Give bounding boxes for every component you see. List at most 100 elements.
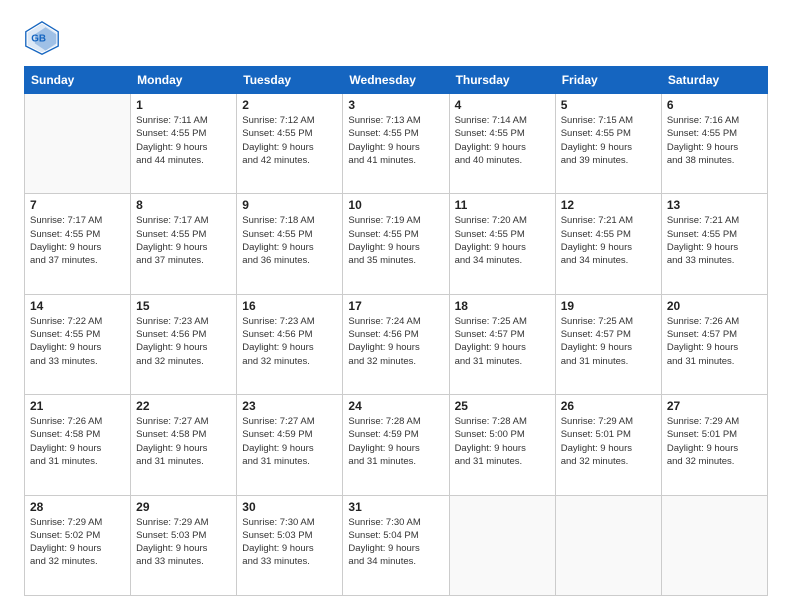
day-number: 12	[561, 198, 656, 212]
calendar-cell: 20 Sunrise: 7:26 AM Sunset: 4:57 PM Dayli…	[661, 294, 767, 394]
day-number: 21	[30, 399, 125, 413]
cell-info: Sunrise: 7:22 AM Sunset: 4:55 PM Dayligh…	[30, 315, 125, 368]
calendar-cell: 10 Sunrise: 7:19 AM Sunset: 4:55 PM Dayli…	[343, 194, 449, 294]
day-number: 29	[136, 500, 231, 514]
cell-info: Sunrise: 7:23 AM Sunset: 4:56 PM Dayligh…	[242, 315, 337, 368]
cell-info: Sunrise: 7:17 AM Sunset: 4:55 PM Dayligh…	[136, 214, 231, 267]
weekday-header-thursday: Thursday	[449, 67, 555, 94]
cell-info: Sunrise: 7:25 AM Sunset: 4:57 PM Dayligh…	[455, 315, 550, 368]
cell-info: Sunrise: 7:11 AM Sunset: 4:55 PM Dayligh…	[136, 114, 231, 167]
calendar-cell: 30Sunrise: 7:30 AM Sunset: 5:03 PM Dayli…	[237, 495, 343, 595]
calendar-cell: 7 Sunrise: 7:17 AM Sunset: 4:55 PM Daylig…	[25, 194, 131, 294]
day-number: 24	[348, 399, 443, 413]
weekday-header-monday: Monday	[131, 67, 237, 94]
calendar-cell: 26 Sunrise: 7:29 AM Sunset: 5:01 PM Dayli…	[555, 395, 661, 495]
day-number: 17	[348, 299, 443, 313]
cell-info: Sunrise: 7:27 AM Sunset: 4:58 PM Dayligh…	[136, 415, 231, 468]
day-number: 27	[667, 399, 762, 413]
calendar-cell: 17 Sunrise: 7:24 AM Sunset: 4:56 PM Dayli…	[343, 294, 449, 394]
calendar-cell: 11 Sunrise: 7:20 AM Sunset: 4:55 PM Dayli…	[449, 194, 555, 294]
calendar-cell: 5 Sunrise: 7:15 AM Sunset: 4:55 PM Daylig…	[555, 94, 661, 194]
cell-info: Sunrise: 7:29 AM Sunset: 5:01 PM Dayligh…	[667, 415, 762, 468]
day-number: 5	[561, 98, 656, 112]
day-number: 23	[242, 399, 337, 413]
svg-text:GB: GB	[31, 34, 46, 45]
day-number: 7	[30, 198, 125, 212]
week-row-2: 14 Sunrise: 7:22 AM Sunset: 4:55 PM Dayli…	[25, 294, 768, 394]
cell-info: Sunrise: 7:29 AM Sunset: 5:02 PM Dayligh…	[30, 516, 125, 569]
cell-info: Sunrise: 7:26 AM Sunset: 4:58 PM Dayligh…	[30, 415, 125, 468]
day-number: 6	[667, 98, 762, 112]
week-row-3: 21 Sunrise: 7:26 AM Sunset: 4:58 PM Dayli…	[25, 395, 768, 495]
calendar-cell: 24 Sunrise: 7:28 AM Sunset: 4:59 PM Dayli…	[343, 395, 449, 495]
day-number: 22	[136, 399, 231, 413]
week-row-4: 28 Sunrise: 7:29 AM Sunset: 5:02 PM Dayli…	[25, 495, 768, 595]
cell-info: Sunrise: 7:19 AM Sunset: 4:55 PM Dayligh…	[348, 214, 443, 267]
cell-info: Sunrise: 7:26 AM Sunset: 4:57 PM Dayligh…	[667, 315, 762, 368]
calendar-cell: 27 Sunrise: 7:29 AM Sunset: 5:01 PM Dayli…	[661, 395, 767, 495]
day-number: 30	[242, 500, 337, 514]
day-number: 19	[561, 299, 656, 313]
day-number: 18	[455, 299, 550, 313]
calendar-cell: 12 Sunrise: 7:21 AM Sunset: 4:55 PM Dayli…	[555, 194, 661, 294]
calendar-cell: 6Sunrise: 7:16 AM Sunset: 4:55 PM Daylig…	[661, 94, 767, 194]
weekday-header-friday: Friday	[555, 67, 661, 94]
page: GB SundayMondayTuesdayWednesdayThursdayF…	[0, 0, 792, 612]
calendar-cell: 14 Sunrise: 7:22 AM Sunset: 4:55 PM Dayli…	[25, 294, 131, 394]
logo-icon: GB	[24, 20, 60, 56]
day-number: 11	[455, 198, 550, 212]
week-row-1: 7 Sunrise: 7:17 AM Sunset: 4:55 PM Daylig…	[25, 194, 768, 294]
weekday-header-row: SundayMondayTuesdayWednesdayThursdayFrid…	[25, 67, 768, 94]
cell-info: Sunrise: 7:25 AM Sunset: 4:57 PM Dayligh…	[561, 315, 656, 368]
cell-info: Sunrise: 7:17 AM Sunset: 4:55 PM Dayligh…	[30, 214, 125, 267]
calendar-cell	[25, 94, 131, 194]
day-number: 13	[667, 198, 762, 212]
calendar-cell: 19 Sunrise: 7:25 AM Sunset: 4:57 PM Dayli…	[555, 294, 661, 394]
cell-info: Sunrise: 7:28 AM Sunset: 4:59 PM Dayligh…	[348, 415, 443, 468]
cell-info: Sunrise: 7:18 AM Sunset: 4:55 PM Dayligh…	[242, 214, 337, 267]
day-number: 20	[667, 299, 762, 313]
calendar-cell: 29 Sunrise: 7:29 AM Sunset: 5:03 PM Dayli…	[131, 495, 237, 595]
cell-info: Sunrise: 7:29 AM Sunset: 5:03 PM Dayligh…	[136, 516, 231, 569]
calendar-cell: 22 Sunrise: 7:27 AM Sunset: 4:58 PM Dayli…	[131, 395, 237, 495]
calendar-cell: 3 Sunrise: 7:13 AM Sunset: 4:55 PM Daylig…	[343, 94, 449, 194]
day-number: 28	[30, 500, 125, 514]
calendar-cell: 4Sunrise: 7:14 AM Sunset: 4:55 PM Daylig…	[449, 94, 555, 194]
cell-info: Sunrise: 7:24 AM Sunset: 4:56 PM Dayligh…	[348, 315, 443, 368]
calendar-cell: 23 Sunrise: 7:27 AM Sunset: 4:59 PM Dayli…	[237, 395, 343, 495]
cell-info: Sunrise: 7:21 AM Sunset: 4:55 PM Dayligh…	[561, 214, 656, 267]
cell-info: Sunrise: 7:28 AM Sunset: 5:00 PM Dayligh…	[455, 415, 550, 468]
cell-info: Sunrise: 7:30 AM Sunset: 5:04 PM Dayligh…	[348, 516, 443, 569]
cell-info: Sunrise: 7:29 AM Sunset: 5:01 PM Dayligh…	[561, 415, 656, 468]
calendar-cell: 18 Sunrise: 7:25 AM Sunset: 4:57 PM Dayli…	[449, 294, 555, 394]
week-row-0: 1 Sunrise: 7:11 AM Sunset: 4:55 PM Daylig…	[25, 94, 768, 194]
day-number: 3	[348, 98, 443, 112]
day-number: 31	[348, 500, 443, 514]
cell-info: Sunrise: 7:21 AM Sunset: 4:55 PM Dayligh…	[667, 214, 762, 267]
calendar-cell: 31 Sunrise: 7:30 AM Sunset: 5:04 PM Dayli…	[343, 495, 449, 595]
calendar-cell: 21 Sunrise: 7:26 AM Sunset: 4:58 PM Dayli…	[25, 395, 131, 495]
cell-info: Sunrise: 7:13 AM Sunset: 4:55 PM Dayligh…	[348, 114, 443, 167]
cell-info: Sunrise: 7:20 AM Sunset: 4:55 PM Dayligh…	[455, 214, 550, 267]
calendar-cell: 9Sunrise: 7:18 AM Sunset: 4:55 PM Daylig…	[237, 194, 343, 294]
logo: GB	[24, 20, 66, 56]
cell-info: Sunrise: 7:15 AM Sunset: 4:55 PM Dayligh…	[561, 114, 656, 167]
calendar-cell: 1 Sunrise: 7:11 AM Sunset: 4:55 PM Daylig…	[131, 94, 237, 194]
calendar-cell	[661, 495, 767, 595]
calendar-cell: 2Sunrise: 7:12 AM Sunset: 4:55 PM Daylig…	[237, 94, 343, 194]
day-number: 1	[136, 98, 231, 112]
calendar-cell: 13 Sunrise: 7:21 AM Sunset: 4:55 PM Dayli…	[661, 194, 767, 294]
weekday-header-sunday: Sunday	[25, 67, 131, 94]
cell-info: Sunrise: 7:27 AM Sunset: 4:59 PM Dayligh…	[242, 415, 337, 468]
calendar-cell: 28 Sunrise: 7:29 AM Sunset: 5:02 PM Dayli…	[25, 495, 131, 595]
weekday-header-tuesday: Tuesday	[237, 67, 343, 94]
day-number: 16	[242, 299, 337, 313]
day-number: 10	[348, 198, 443, 212]
calendar-cell: 25 Sunrise: 7:28 AM Sunset: 5:00 PM Dayli…	[449, 395, 555, 495]
calendar-cell	[555, 495, 661, 595]
day-number: 14	[30, 299, 125, 313]
day-number: 25	[455, 399, 550, 413]
day-number: 26	[561, 399, 656, 413]
day-number: 2	[242, 98, 337, 112]
cell-info: Sunrise: 7:14 AM Sunset: 4:55 PM Dayligh…	[455, 114, 550, 167]
